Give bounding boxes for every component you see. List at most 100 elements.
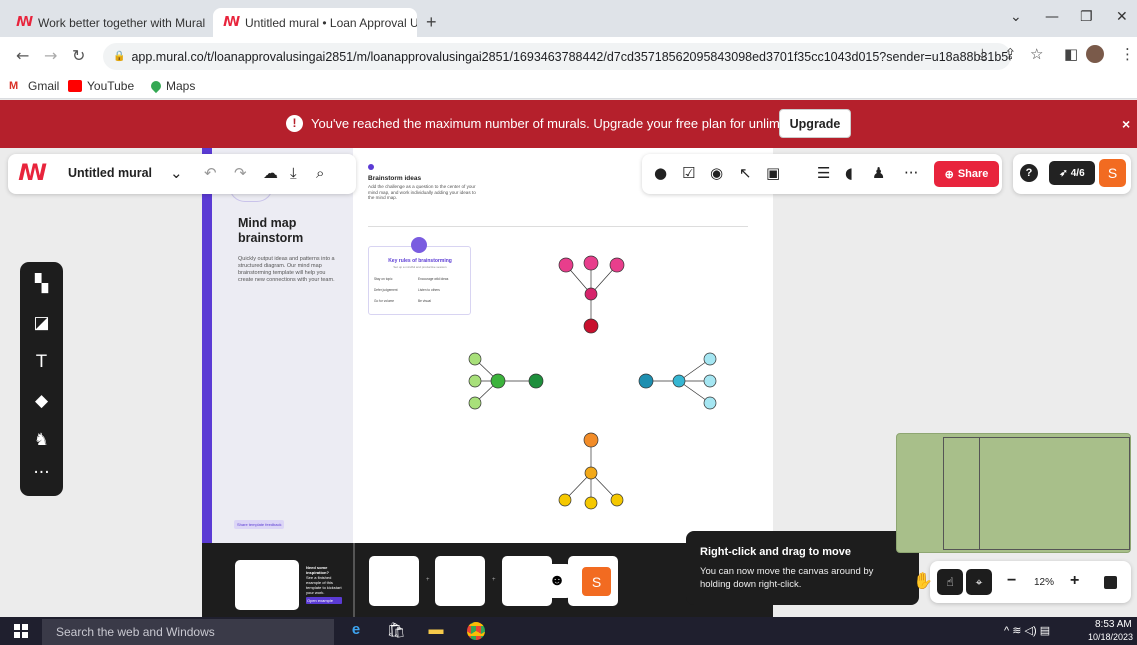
dock-divider [353,543,355,617]
store-icon[interactable]: 🛍 [385,621,407,641]
mind-map-diagram [468,255,717,510]
example-thumbnail[interactable] [235,560,299,610]
maps-pin-icon [148,78,164,94]
template-step-1[interactable] [369,556,419,606]
reaction-button[interactable]: ☻ [540,564,574,598]
teal-cluster [638,352,717,410]
maximize-button[interactable]: ❐ [1080,9,1093,25]
shapes-icon[interactable]: ◆ [20,391,63,411]
clock-time[interactable]: 8:53 AM [1095,619,1132,630]
chrome-icon[interactable] [467,622,485,640]
tooltip-body: You can now move the canvas around by ho… [700,566,874,590]
toolbox-icon[interactable]: ▣ [766,164,780,182]
system-tray[interactable]: ^ ≋ ◁) ▤ [1004,624,1050,637]
bookmark-youtube[interactable]: YouTube [68,79,134,93]
side-panel-icon[interactable]: ◧ [1064,45,1078,63]
search-icon[interactable]: ⌕ [316,164,324,182]
facilitation-button[interactable]: ➶ 4/6 [1049,161,1095,185]
bookmark-star-icon[interactable]: ☆ [1030,45,1043,63]
address-bar[interactable]: 🔒 app.mural.co/t/loanapprovalusingai2851… [103,43,1011,70]
redo-icon[interactable]: ↷ [234,164,247,182]
members-icon[interactable]: ♟ [872,164,885,182]
help-button[interactable]: ? [1020,164,1038,182]
mural-logo-icon[interactable]: ꟿ [18,161,47,186]
template-info-panel [212,148,353,543]
template-title: Mind map brainstorm [238,216,304,245]
open-example-button[interactable]: Open example [306,597,342,604]
share-button[interactable]: ⊕ Share [934,161,999,187]
text-icon[interactable]: T [20,352,63,372]
new-tab-button[interactable]: + [426,12,437,33]
zoom-out-button[interactable]: − [1007,572,1016,590]
zoom-level[interactable]: 12% [1034,577,1054,588]
mural-title[interactable]: Untitled mural [68,166,152,180]
back-arrow-icon[interactable]: ← [16,46,29,65]
template-step-2[interactable] [435,556,485,606]
bookmark-label: YouTube [87,79,135,93]
locate-icon[interactable]: ⌖ [966,569,992,595]
bookmark-maps[interactable]: Maps [148,78,195,94]
chevron-down-icon[interactable]: ⌄ [170,164,183,182]
outline-icon[interactable]: ☰ [817,164,830,182]
green-cluster [468,352,544,410]
private-mode-icon[interactable]: ◉ [710,164,723,182]
tab-work-better[interactable]: ꟿ Work better together with Mural ✕ [6,8,211,37]
sticky-note-icon[interactable]: ◪ [20,313,63,333]
forward-arrow-icon[interactable]: → [44,46,57,65]
minimap-toggle-icon[interactable] [1104,576,1117,589]
llama-icon[interactable]: ♞ [20,430,63,450]
minimap-viewport[interactable] [943,437,1130,550]
youtube-icon [68,80,82,92]
export-icon[interactable]: ⤓ [290,164,297,182]
presence-avatar[interactable]: S [580,565,613,598]
upgrade-button[interactable]: Upgrade [779,109,851,138]
tab-untitled-mural[interactable]: ꟿ Untitled mural • Loan Approval U ✕ [213,8,417,37]
more-tools-icon[interactable]: ··· [20,463,63,483]
tab-search-chevron-icon[interactable]: ⌄ [1010,9,1022,25]
inspiration-title: Need some inspiration? [306,565,329,575]
share-label: Share [957,168,989,180]
chevron-up-icon[interactable]: ^ [1004,625,1009,637]
select-tool-icon[interactable]: ☝ [937,569,963,595]
close-window-button[interactable]: ✕ [1116,9,1128,25]
windows-start-icon[interactable] [14,624,28,638]
timer-icon[interactable]: ● [654,164,667,182]
hand-tool-icon[interactable]: ✋ [913,571,933,591]
inspiration-text: Need some inspiration? See a finished ex… [306,565,342,604]
network-icon[interactable]: ≋ [1012,625,1021,637]
share-page-icon[interactable]: ⇪ [1004,45,1017,63]
yellow-cluster [558,432,624,510]
minimap-divider [979,437,980,550]
install-app-icon[interactable]: ⤓ [979,45,986,63]
minimize-button[interactable]: — [1045,9,1059,25]
templates-icon[interactable]: ▚ [20,274,63,294]
add-user-icon: ⊕ [944,168,954,181]
step-arrow: + [492,577,496,583]
template-feedback-link[interactable]: Share template feedback [234,520,285,529]
user-avatar[interactable]: S [1099,159,1126,187]
mural-favicon-icon: ꟿ [16,14,34,30]
voting-icon[interactable]: ☑ [682,164,695,182]
more-options-icon[interactable]: ··· [904,164,918,182]
gmail-icon: M [9,80,23,92]
cloud-sync-icon[interactable]: ☁ [263,164,278,182]
undo-icon[interactable]: ↶ [204,164,217,182]
zoom-in-button[interactable]: + [1070,572,1079,590]
clock-date[interactable]: 10/18/2023 [1088,632,1133,642]
url-text: app.mural.co/t/loanapprovalusingai2851/m… [131,49,1011,64]
comments-icon[interactable]: ◖ [845,164,853,182]
browser-menu-icon[interactable]: ⋮ [1120,45,1135,63]
bookmark-gmail[interactable]: M Gmail [9,79,59,93]
volume-icon[interactable]: ◁) [1025,625,1037,637]
file-explorer-icon[interactable]: ▬ [425,621,447,641]
inspiration-body: See a finished example of this template … [306,575,342,595]
tab-title: Work better together with Mural [38,15,206,30]
summon-icon[interactable]: ↖ [739,164,752,182]
reload-icon[interactable]: ↻ [72,46,85,65]
notification-icon[interactable]: ▤ [1040,625,1050,637]
warning-icon: ! [286,115,303,132]
profile-avatar[interactable] [1086,45,1104,63]
edge-icon[interactable]: e [345,621,367,641]
banner-close-icon[interactable]: × [1122,116,1130,132]
taskbar-search[interactable]: Search the web and Windows [42,619,334,645]
